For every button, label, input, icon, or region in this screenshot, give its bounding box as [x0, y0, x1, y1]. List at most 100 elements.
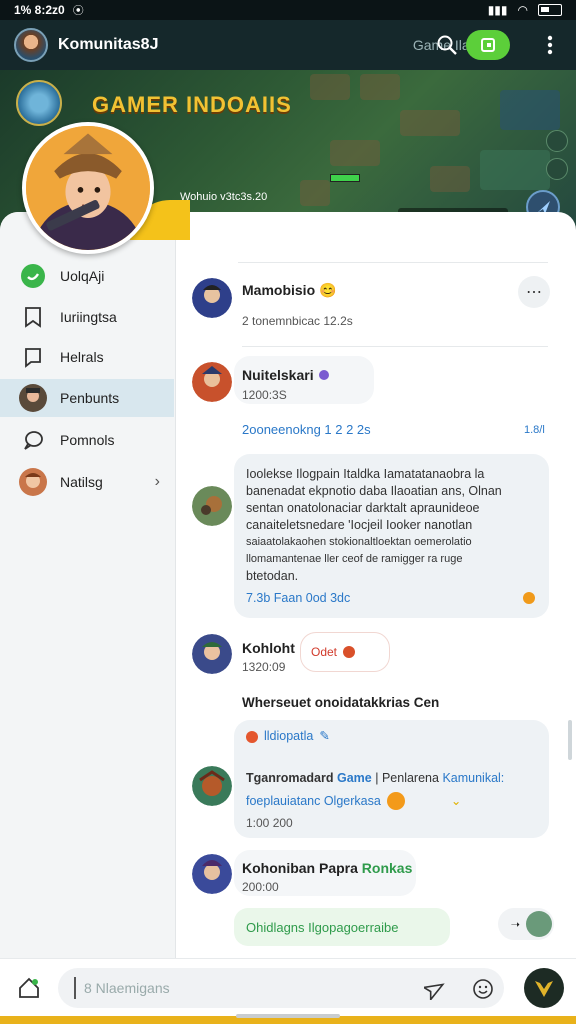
message-text: Tganromadard: [246, 771, 334, 785]
sidebar-item-settings[interactable]: Natilsg ›: [0, 463, 176, 501]
kebab-icon[interactable]: [536, 31, 564, 59]
post-avatar[interactable]: [192, 486, 232, 526]
home-indicator[interactable]: [236, 1014, 340, 1018]
chat-bubble-icon: [18, 425, 48, 455]
banner-title: GAMER INDOAIIS: [92, 92, 292, 117]
message-line: llomamantenae ller ceof de ramigger ra r…: [246, 553, 463, 565]
post-meta: 200:00: [242, 880, 279, 894]
status-icons: ▮▮▮ ◠: [488, 3, 562, 17]
avatar: [18, 467, 48, 497]
search-icon[interactable]: [433, 31, 461, 59]
home-icon[interactable]: [16, 975, 44, 1003]
message-line: banenadat ekpnotio daba Ilaoatian ans, O…: [246, 484, 502, 498]
message-line: saiaatolakaohen stokionaltloektan oemero…: [246, 536, 472, 548]
sidebar-item-label: Pomnols: [60, 432, 115, 448]
message-timestamp: 1:00 200: [246, 816, 293, 830]
message-line: Tganromadard Game | Penlarena Kamunikal:: [246, 770, 504, 787]
smile-emoji-icon: 😊: [319, 282, 337, 298]
more-options-button[interactable]: ⋯: [518, 276, 550, 308]
post-meta: 1320:09: [242, 660, 286, 674]
verified-badge-icon: [319, 370, 330, 380]
post-avatar[interactable]: [192, 766, 232, 806]
pin-icon: ✎: [319, 729, 330, 743]
sidebar-item-label: Helrals: [60, 349, 104, 365]
sidebar-item-members[interactable]: Penbunts: [0, 379, 174, 417]
message-link[interactable]: Game: [337, 771, 372, 785]
message-bubble: lldiopatla ✎ Tganromadard Game | Penlare…: [234, 720, 549, 838]
game-emblem-icon: [16, 80, 62, 126]
status-time: 1% 8:2z0: [14, 3, 65, 17]
post-author-name: Nuitelskari: [242, 367, 314, 383]
compose-icon: [481, 38, 495, 52]
signal-icon: ▮▮▮: [487, 3, 508, 17]
wifi-icon: ◠: [517, 3, 528, 17]
post-author-name: Kohoniban Papra: [242, 860, 358, 876]
message-line: foeplauiatanc Olgerkasa ⌄: [246, 792, 461, 810]
reaction-chip[interactable]: ➝: [498, 908, 554, 940]
message-input[interactable]: [84, 980, 384, 996]
avatar: [18, 383, 48, 413]
post-meta: 1200:3S: [242, 388, 287, 402]
notification-icon: ⦿: [72, 5, 84, 17]
phone-green-icon: [18, 261, 48, 291]
message-link[interactable]: Kamunikal:: [442, 771, 504, 785]
post-author-name: Mamobisio: [242, 282, 316, 298]
clan-badge-button[interactable]: [524, 968, 564, 1008]
post-author[interactable]: Kohloht: [242, 640, 295, 656]
banner-caption: Wohuio v3tc3s.20: [180, 191, 268, 203]
skill-icon: [546, 130, 568, 152]
message-text: | Penlarena: [375, 771, 439, 785]
divider: [238, 262, 548, 263]
community-avatar[interactable]: [14, 28, 48, 62]
post-meta: 2 tonemnbicac 12.2s: [242, 314, 353, 328]
post-avatar[interactable]: [192, 278, 232, 318]
chevron-right-icon: ›: [154, 473, 160, 490]
post-author[interactable]: Kohoniban Papra Ronkas: [242, 860, 412, 876]
bookmark-icon: [18, 302, 48, 332]
feed: Mamobisio 😊 2 tonemnbicac 12.2s ⋯ Nuitel…: [176, 232, 576, 958]
reaction-icon[interactable]: [523, 592, 535, 604]
text-caret: [74, 977, 76, 999]
post-avatar[interactable]: [192, 634, 232, 674]
message-composer[interactable]: [58, 968, 504, 1008]
message-tag-label: lldiopatla: [264, 729, 314, 743]
sidebar-item-messages[interactable]: Helrals: [0, 338, 176, 376]
profile-avatar[interactable]: [22, 122, 154, 254]
scrollbar[interactable]: [568, 720, 572, 760]
post-author[interactable]: Mamobisio 😊: [242, 282, 336, 299]
new-post-button[interactable]: [466, 30, 510, 60]
sidebar-item-label: UolqAji: [60, 268, 105, 284]
sidebar-item-label: Iuriingtsa: [60, 309, 117, 325]
status-pill[interactable]: Odet: [300, 632, 390, 672]
post-link[interactable]: 2ooneenokng 1 2 2 2s: [242, 422, 371, 437]
reply-chip[interactable]: Ohidlagns Ilgopagoerraibe: [234, 908, 450, 946]
sidebar-item-bookmarks[interactable]: Iuriingtsa: [0, 298, 176, 336]
post-link-count: 1.8/l: [524, 424, 545, 436]
emoji-icon[interactable]: [470, 976, 496, 1002]
message-square-icon: [18, 342, 48, 372]
status-bar: 1% 8:2z0 ⦿ ▮▮▮ ◠: [0, 0, 576, 20]
post-avatar[interactable]: [192, 362, 232, 402]
reply-arrow-icon: ➝: [510, 918, 520, 931]
app-title: Komunitas8J: [58, 36, 159, 53]
post-author[interactable]: Nuitelskari: [242, 367, 330, 383]
divider: [242, 346, 548, 347]
message-line: btetodan.: [246, 569, 299, 583]
sidebar-item-comments[interactable]: Pomnols: [0, 421, 176, 459]
avatar: [526, 911, 552, 937]
message-line: Ioolekse Ilogpain Italdka Iamatatanaobra…: [246, 467, 485, 481]
sidebar-item-calls[interactable]: UolqAji: [0, 257, 176, 295]
status-pill-label: Odet: [311, 645, 338, 659]
sidebar-item-label: Penbunts: [60, 390, 120, 406]
message-line: canaiteletsnedare 'Iocjeil Iooker nanotl…: [246, 518, 473, 532]
message-timestamp: 7.3b Faan 0od 3dc: [246, 591, 351, 605]
send-icon[interactable]: [422, 976, 448, 1002]
chevron-down-icon: ⌄: [450, 793, 462, 808]
message-link[interactable]: foeplauiatanc Olgerkasa: [246, 793, 381, 810]
message-tag[interactable]: lldiopatla ✎: [246, 728, 330, 745]
sidebar-item-label: Natilsg: [60, 474, 103, 490]
emoji-icon: [386, 792, 405, 810]
post-author-tag: Ronkas: [361, 860, 413, 876]
post-avatar[interactable]: [192, 854, 232, 894]
message-body: Ioolekse Ilogpain Italdka Iamatatanaobra…: [246, 466, 538, 585]
